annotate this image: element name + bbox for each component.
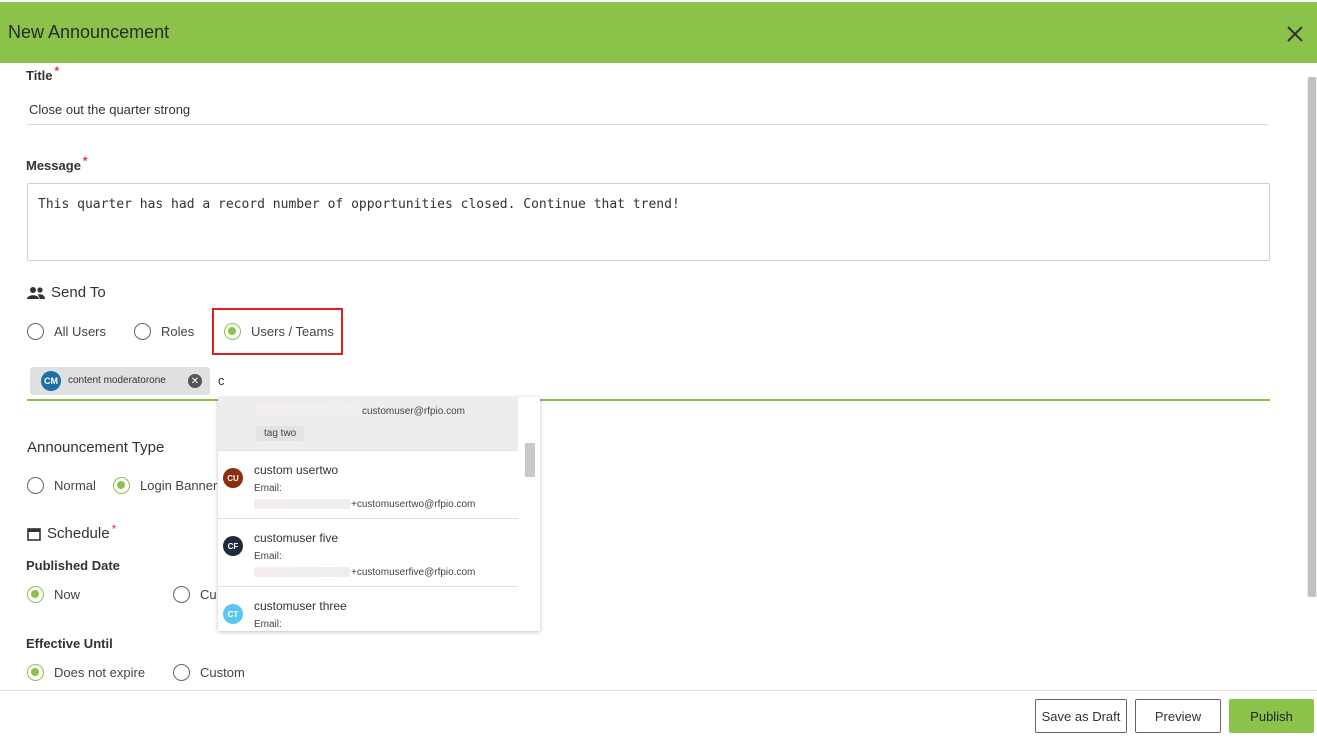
modal-header: New Announcement: [0, 0, 1317, 63]
close-icon[interactable]: [1285, 24, 1305, 44]
announcement-type-heading: Announcement Type: [27, 439, 164, 456]
email-label: Email:: [254, 619, 282, 630]
radio-label: All Users: [54, 324, 107, 339]
scrollbar-thumb[interactable]: [1308, 77, 1316, 597]
radio-circle[interactable]: [173, 664, 190, 681]
radio-label: Now: [54, 587, 81, 602]
recipient-chip: CM content moderatorone ✕: [30, 367, 210, 395]
list-item[interactable]: CF customuser five Email: +customuserfiv…: [218, 519, 518, 587]
schedule-label: Schedule: [47, 525, 110, 542]
avatar: CT: [223, 604, 243, 624]
radio-label: Custom: [200, 665, 245, 680]
radio-circle[interactable]: [27, 477, 44, 494]
title-underline: [27, 124, 1268, 125]
radio-all-users[interactable]: All Users: [27, 323, 106, 340]
message-label: Message *: [26, 154, 88, 173]
people-icon: [27, 286, 45, 299]
radio-label: Does not expire: [54, 665, 146, 680]
title-label: Title *: [26, 64, 60, 83]
user-suggestion-dropdown: customuser@rfpio.com tag two CU custom u…: [218, 397, 540, 631]
email-label: Email:: [254, 483, 282, 494]
user-name: customuser five: [254, 531, 339, 545]
message-text: This quarter has had a record number of …: [38, 197, 680, 212]
modal-title: New Announcement: [8, 22, 170, 42]
modal-body: Title * Close out the quarter strong Mess…: [0, 63, 1317, 690]
redacted-email: [254, 499, 350, 509]
radio-circle[interactable]: [27, 323, 44, 340]
schedule-heading: Schedule *: [27, 522, 116, 542]
chip-name: content moderatorone: [68, 375, 166, 386]
list-item[interactable]: CT customuser three Email:: [218, 587, 518, 631]
redacted-email: [254, 404, 360, 414]
radio-circle[interactable]: [27, 664, 44, 681]
user-tag: tag two: [256, 426, 305, 441]
user-email: customuser@rfpio.com: [362, 406, 465, 417]
radio-circle[interactable]: [173, 586, 190, 603]
annotation-highlight-box: [212, 308, 343, 355]
effective-until-label: Effective Until: [26, 636, 113, 651]
radio-circle[interactable]: [27, 586, 44, 603]
send-to-heading: Send To: [27, 284, 106, 301]
user-name: custom usertwo: [254, 463, 339, 477]
modal-scrollbar[interactable]: [1307, 77, 1317, 597]
radio-normal[interactable]: Normal: [27, 477, 96, 494]
user-email: +customuserfive@rfpio.com: [351, 567, 476, 578]
redacted-email: [254, 567, 350, 577]
radio-label: Cu: [200, 587, 217, 602]
preview-button[interactable]: Preview: [1135, 699, 1221, 733]
avatar: CU: [223, 468, 243, 488]
recipient-input-underline: [27, 399, 1270, 401]
email-label: Email:: [254, 551, 282, 562]
radio-circle[interactable]: [134, 323, 151, 340]
radio-label: Roles: [161, 324, 195, 339]
recipient-search-input[interactable]: c: [218, 373, 225, 388]
avatar: CM: [41, 371, 61, 391]
radio-label: Normal: [54, 478, 96, 493]
calendar-icon: [27, 527, 41, 541]
send-to-label: Send To: [51, 284, 106, 301]
modal-footer: Save as Draft Preview Publish: [0, 690, 1317, 740]
radio-published-custom[interactable]: Cu: [173, 586, 217, 603]
announcement-type-label: Announcement Type: [27, 439, 165, 456]
publish-button[interactable]: Publish: [1229, 699, 1314, 733]
published-date-label: Published Date: [26, 558, 120, 573]
user-name: customuser three: [254, 599, 347, 613]
message-textarea[interactable]: This quarter has had a record number of …: [27, 183, 1270, 261]
radio-roles[interactable]: Roles: [134, 323, 194, 340]
radio-login-banner[interactable]: Login Banner: [113, 477, 217, 494]
save-as-draft-button[interactable]: Save as Draft: [1035, 699, 1127, 733]
radio-effective-custom[interactable]: Custom: [173, 664, 245, 681]
radio-label: Login Banner: [140, 478, 218, 493]
title-input[interactable]: Close out the quarter strong: [29, 102, 190, 117]
radio-does-not-expire[interactable]: Does not expire: [27, 664, 145, 681]
list-item[interactable]: customuser@rfpio.com tag two: [218, 397, 518, 451]
avatar: CF: [223, 536, 243, 556]
radio-published-now[interactable]: Now: [27, 586, 80, 603]
remove-chip-icon[interactable]: ✕: [188, 374, 202, 388]
radio-circle[interactable]: [113, 477, 130, 494]
dropdown-scrollbar-thumb[interactable]: [525, 443, 535, 477]
list-item[interactable]: CU custom usertwo Email: +customusertwo@…: [218, 451, 518, 519]
user-email: +customusertwo@rfpio.com: [351, 499, 476, 510]
